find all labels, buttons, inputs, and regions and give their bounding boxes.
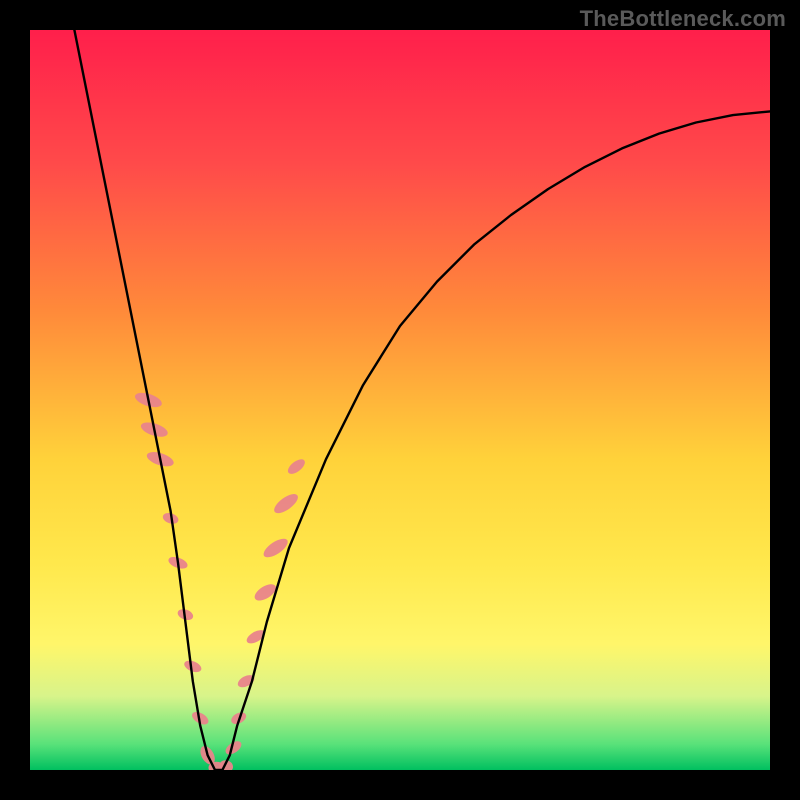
plot-area	[30, 30, 770, 770]
chart-stage: TheBottleneck.com	[0, 0, 800, 800]
chart-svg	[30, 30, 770, 770]
watermark-text: TheBottleneck.com	[580, 6, 786, 32]
marker-capsule	[285, 457, 307, 477]
highlight-markers	[133, 390, 307, 770]
marker-capsule	[271, 491, 301, 517]
bottleneck-curve	[74, 30, 770, 770]
